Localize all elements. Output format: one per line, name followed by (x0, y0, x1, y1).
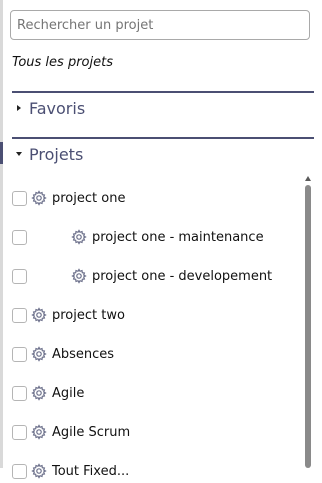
project-list-item[interactable]: Absences (0, 342, 300, 366)
gear-icon (31, 346, 47, 362)
project-name[interactable]: project one - developement (92, 269, 272, 284)
project-checkbox[interactable] (12, 268, 27, 284)
project-list-item[interactable]: Agile Scrum (0, 420, 300, 444)
caret-right-icon (12, 101, 26, 115)
project-checkbox[interactable] (12, 307, 27, 323)
project-list-item[interactable]: project one - developement (0, 264, 300, 288)
all-projects-link[interactable]: Tous les projets (12, 55, 113, 70)
gear-icon (71, 268, 87, 284)
divider (12, 137, 314, 139)
scroll-up-arrow-icon[interactable] (305, 176, 311, 181)
gear-icon (71, 229, 87, 245)
project-checkbox[interactable] (12, 463, 27, 479)
project-name[interactable]: Agile Scrum (52, 425, 130, 440)
project-list-item[interactable]: Tout Fixed... (0, 459, 300, 483)
project-list-item[interactable]: Agile (0, 381, 300, 405)
gear-icon (31, 385, 47, 401)
caret-down-icon (12, 147, 26, 161)
project-checkbox[interactable] (12, 346, 27, 362)
project-list: project one project one - maintenance proj… (0, 178, 322, 479)
project-checkbox[interactable] (12, 385, 27, 401)
project-name[interactable]: project two (52, 308, 125, 323)
favorites-section-header[interactable]: Favoris (12, 96, 85, 120)
gear-icon (31, 463, 47, 479)
scrollbar-thumb[interactable] (305, 185, 311, 468)
project-name[interactable]: Tout Fixed... (52, 464, 129, 479)
project-name[interactable]: project one (52, 191, 125, 206)
project-list-item[interactable]: project one (0, 186, 300, 210)
projects-section-header[interactable]: Projets (12, 142, 83, 166)
search-input[interactable] (10, 10, 310, 40)
project-name[interactable]: project one - maintenance (92, 230, 264, 245)
project-name[interactable]: Absences (52, 347, 114, 362)
divider (12, 91, 314, 93)
gear-icon (31, 424, 47, 440)
project-list-item[interactable]: project one - maintenance (0, 225, 300, 249)
gear-icon (31, 190, 47, 206)
window-left-edge-marker (0, 142, 3, 164)
project-checkbox[interactable] (12, 190, 27, 206)
project-checkbox[interactable] (12, 424, 27, 440)
projects-label: Projets (29, 144, 84, 164)
favorites-label: Favoris (29, 98, 86, 118)
project-name[interactable]: Agile (52, 386, 84, 401)
project-list-item[interactable]: project two (0, 303, 300, 327)
gear-icon (31, 307, 47, 323)
project-checkbox[interactable] (12, 229, 27, 245)
